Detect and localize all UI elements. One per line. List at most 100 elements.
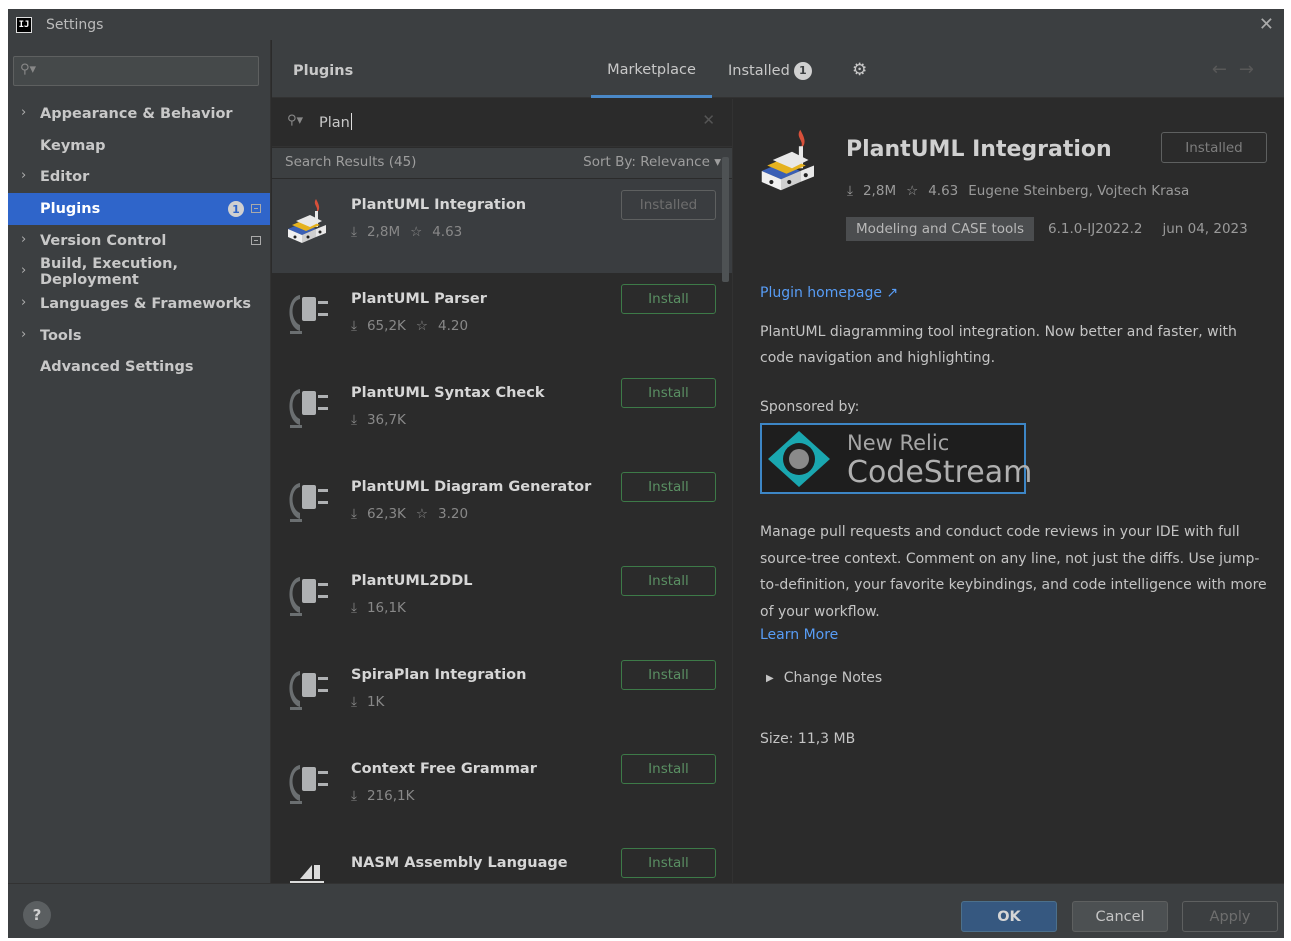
sidebar-item-version-control[interactable]: › Version Control [8, 225, 270, 257]
sidebar-item-appearance[interactable]: › Appearance & Behavior [8, 98, 270, 130]
settings-window: IJ Settings ✕ ⚲▾ › Appearance & Behavior… [8, 9, 1284, 938]
plugin-description: PlantUML diagramming tool integration. N… [760, 324, 1237, 366]
plugin-downloads: 1K [366, 694, 385, 710]
cancel-button[interactable]: Cancel [1072, 901, 1168, 932]
ok-button[interactable]: OK [961, 901, 1057, 932]
installed-button[interactable]: Installed [621, 190, 716, 220]
sidebar-item-label: Languages & Frameworks [40, 295, 252, 312]
plugin-downloads: 62,3K [366, 506, 406, 522]
installed-count-badge: 1 [793, 62, 812, 80]
nasm-logo-icon [290, 865, 324, 883]
plugin-row-nasm-assembly[interactable]: NASM Assembly Language Install [272, 837, 732, 883]
install-button[interactable]: Install [621, 754, 716, 784]
project-scope-icon [251, 235, 261, 245]
sponsor-banner[interactable]: New Relic CodeStream [760, 423, 1032, 494]
plugin-name: PlantUML Integration [351, 197, 527, 213]
banner-line1: New Relic [847, 431, 950, 455]
page-title: Plugins [293, 63, 354, 79]
plugin-row-plantuml-syntax-check[interactable]: PlantUML Syntax Check ⤓ 36,7K Install [272, 367, 732, 461]
settings-search-input[interactable]: ⚲▾ [13, 56, 259, 86]
sidebar-item-languages[interactable]: › Languages & Frameworks [8, 288, 270, 320]
plugin-meta: ⤓ 36,7K [351, 412, 416, 428]
install-button[interactable]: Install [621, 284, 716, 314]
codestream-logo-icon [768, 431, 830, 487]
gear-icon[interactable]: ⚙ [852, 60, 867, 80]
sponsored-by-label: Sponsored by: [760, 399, 860, 415]
plugin-name: PlantUML2DDL [351, 573, 473, 589]
sidebar-item-label: Editor [40, 169, 90, 186]
download-icon: ⤓ [351, 224, 357, 240]
close-icon[interactable]: ✕ [1259, 14, 1274, 35]
plugin-rows: PlantUML Integration ⤓ 2,8M ☆ 4.63 Installe… [272, 179, 732, 883]
plugin-row-plantuml-parser[interactable]: PlantUML Parser ⤓ 65,2K ☆ 4.20 Install [272, 273, 732, 367]
category-tag[interactable]: Modeling and CASE tools [846, 217, 1035, 241]
window-title: Settings [46, 16, 104, 33]
sidebar-item-tools[interactable]: › Tools [8, 320, 270, 352]
install-button[interactable]: Install [621, 378, 716, 408]
plugin-row-plantuml-integration[interactable]: PlantUML Integration ⤓ 2,8M ☆ 4.63 Installe… [272, 179, 732, 273]
install-button[interactable]: Install [621, 566, 716, 596]
plugin-row-plantuml2ddl[interactable]: PlantUML2DDL ⤓ 16,1K Install [272, 555, 732, 649]
help-button[interactable]: ? [23, 901, 51, 929]
sidebar-item-plugins[interactable]: Plugins 1 [8, 193, 270, 225]
plugin-meta: ⤓ 65,2K ☆ 4.20 [351, 318, 478, 334]
sort-label: Sort By: Relevance [583, 154, 710, 170]
change-notes-toggle[interactable]: ▶ Change Notes [766, 670, 882, 686]
plugin-meta: ⤓ 2,8M ☆ 4.63 [351, 224, 472, 240]
chevron-down-icon: ▾ [714, 154, 721, 170]
plugin-plug-icon [289, 295, 328, 334]
sidebar-item-keymap[interactable]: Keymap [8, 130, 270, 162]
sidebar-item-label: Plugins [40, 200, 101, 217]
download-icon: ⤓ [351, 600, 357, 616]
plugin-meta: ⤓ 216,1K [351, 788, 424, 804]
triangle-right-icon: ▶ [766, 673, 774, 684]
chevron-right-icon: › [21, 326, 27, 342]
install-button[interactable]: Install [621, 660, 716, 690]
sidebar-item-label: Keymap [40, 137, 106, 154]
download-icon: ⤓ [351, 506, 357, 522]
plugin-row-context-free-grammar[interactable]: Context Free Grammar ⤓ 216,1K Install [272, 743, 732, 837]
chevron-right-icon: › [21, 295, 27, 311]
star-icon: ☆ [410, 224, 423, 240]
install-button[interactable]: Install [621, 472, 716, 502]
tab-marketplace[interactable]: Marketplace [591, 62, 712, 98]
plugin-list-panel: ⚲▾ Plan ✕ Search Results (45) Sort By: R… [272, 99, 733, 883]
plugin-downloads: 216,1K [366, 788, 415, 804]
download-icon: ⤓ [351, 694, 357, 710]
sidebar-item-advanced[interactable]: Advanced Settings [8, 352, 270, 384]
plugin-name: Context Free Grammar [351, 761, 537, 777]
list-scrollbar[interactable] [722, 157, 729, 282]
sidebar-item-label: Version Control [40, 232, 167, 249]
search-query: Plan [319, 115, 350, 131]
project-scope-icon [251, 204, 261, 214]
plugins-header: Plugins Marketplace Installed 1 ⚙ ←→ [272, 40, 1284, 98]
apply-button[interactable]: Apply [1182, 901, 1278, 932]
sidebar-item-build[interactable]: › Build, Execution, Deployment [8, 256, 270, 288]
plugin-row-spiraplan-integration[interactable]: SpiraPlan Integration ⤓ 1K Install [272, 649, 732, 743]
plugin-row-plantuml-diagram-generator[interactable]: PlantUML Diagram Generator ⤓ 62,3K ☆ 3.20 I… [272, 461, 732, 555]
plugin-rating: 4.63 [928, 183, 959, 199]
plugin-homepage-link[interactable]: Plugin homepage ↗ [760, 285, 898, 301]
settings-sidebar: ⚲▾ › Appearance & Behavior Keymap › Edit… [8, 40, 271, 883]
sort-dropdown[interactable]: Sort By: Relevance ▾ [583, 154, 721, 170]
plugin-detail-tags: Modeling and CASE tools 6.1.0-IJ2022.2 j… [846, 217, 1248, 241]
banner-line2: CodeStream [847, 455, 1033, 490]
plugin-rating: 4.63 [432, 224, 463, 240]
sidebar-item-editor[interactable]: › Editor [8, 161, 270, 193]
results-count: Search Results (45) [285, 154, 417, 170]
installed-button[interactable]: Installed [1161, 132, 1267, 163]
sidebar-item-label: Tools [40, 327, 82, 344]
plugin-search-input[interactable]: ⚲▾ Plan ✕ [272, 99, 732, 147]
clear-search-icon[interactable]: ✕ [702, 111, 715, 129]
tab-installed[interactable]: Installed 1 [728, 62, 828, 98]
download-icon: ⤓ [847, 183, 853, 199]
plugin-downloads: 2,8M [366, 224, 401, 240]
learn-more-link[interactable]: Learn More [760, 627, 838, 643]
download-icon: ⤓ [351, 412, 357, 428]
star-icon: ☆ [415, 318, 428, 334]
sidebar-item-label: Appearance & Behavior [40, 105, 233, 122]
plantuml-logo-icon [761, 129, 814, 191]
install-button[interactable]: Install [621, 848, 716, 878]
chevron-right-icon: › [21, 105, 27, 120]
plugin-meta: ⤓ 1K [351, 694, 394, 710]
